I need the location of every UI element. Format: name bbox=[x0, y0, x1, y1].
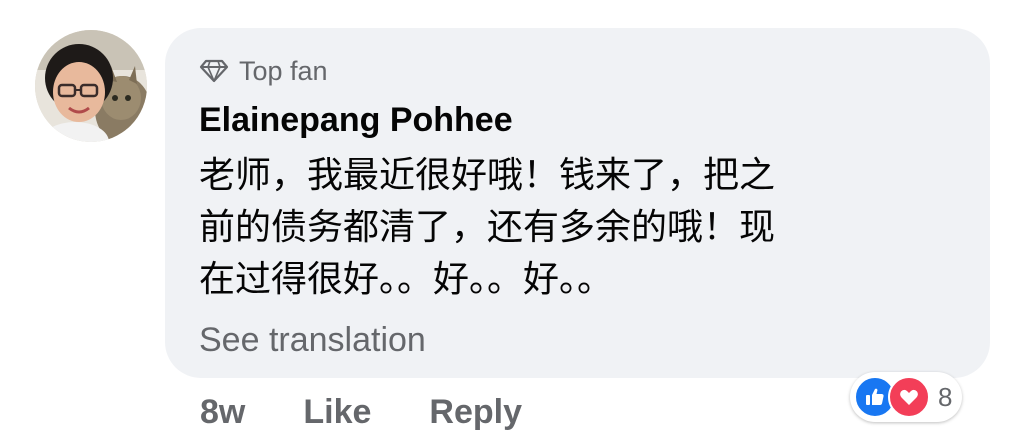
comment-text-line: 老师，我最近很好哦！钱来了，把之 bbox=[199, 155, 776, 196]
love-icon bbox=[888, 376, 930, 418]
see-translation-link[interactable]: See translation bbox=[199, 320, 956, 360]
reaction-summary[interactable]: 8 bbox=[850, 372, 963, 422]
comment-text-line: 在过得很好。。好。。好。。 bbox=[199, 259, 614, 300]
reaction-count: 8 bbox=[938, 381, 953, 412]
top-fan-badge: Top fan bbox=[199, 54, 956, 88]
comment-text: 老师，我最近很好哦！钱来了，把之 前的债务都清了，还有多余的哦！现 在过得很好。… bbox=[199, 150, 959, 306]
author-name[interactable]: Elainepang Pohhee bbox=[199, 98, 956, 142]
badge-label: Top fan bbox=[239, 56, 328, 86]
comment-text-line: 前的债务都清了，还有多余的哦！现 bbox=[199, 207, 776, 248]
diamond-icon bbox=[199, 59, 229, 83]
comment-bubble: Top fan Elainepang Pohhee 老师，我最近很好哦！钱来了，… bbox=[165, 28, 990, 378]
comment-actions: 8w Like Reply bbox=[200, 388, 522, 436]
like-button[interactable]: Like bbox=[303, 393, 371, 432]
timestamp[interactable]: 8w bbox=[200, 393, 245, 432]
reply-button[interactable]: Reply bbox=[429, 393, 522, 432]
avatar[interactable] bbox=[35, 30, 147, 142]
